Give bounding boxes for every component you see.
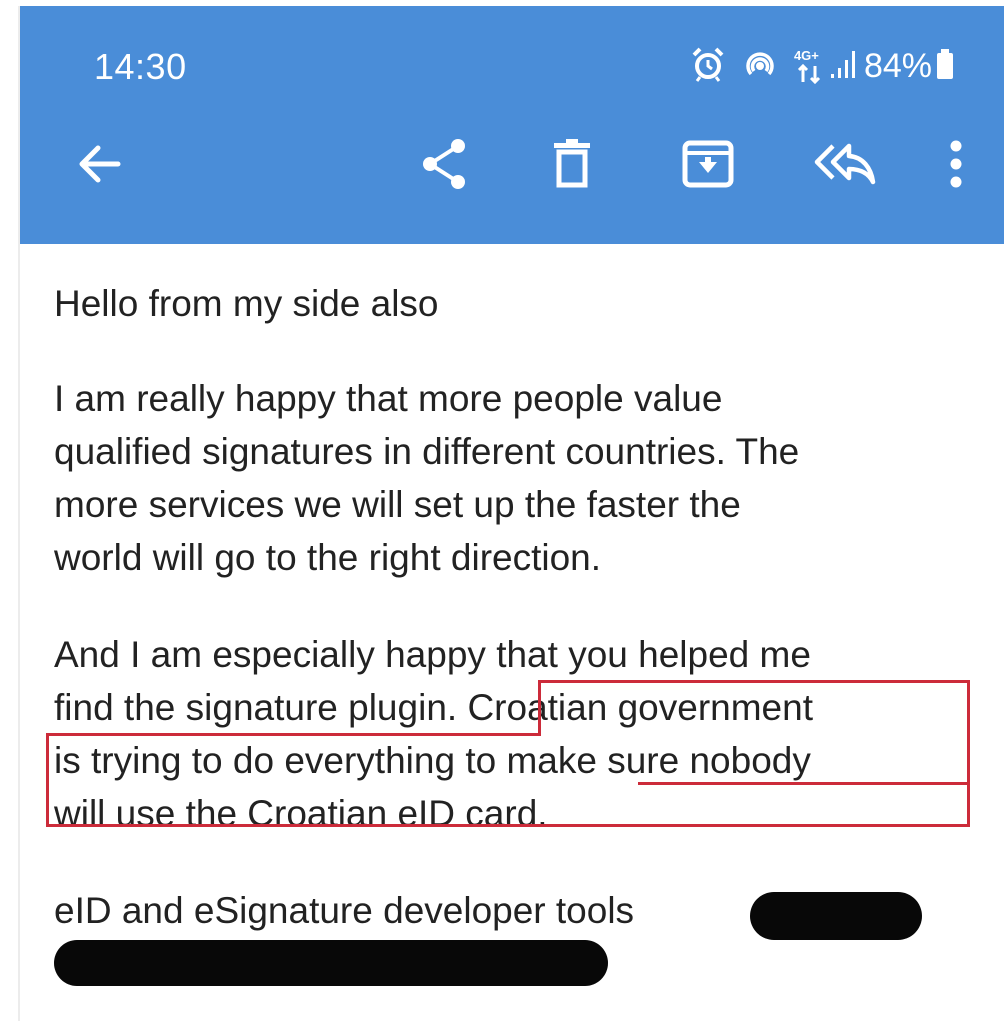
status-bar: 14:30 4G+ 84%	[20, 6, 1004, 88]
highlight-box-right-lower	[638, 782, 970, 827]
highlight-box-top	[538, 680, 970, 736]
share-icon	[416, 136, 472, 197]
archive-icon	[682, 140, 734, 193]
signal-icon	[830, 48, 858, 85]
email-toolbar	[20, 88, 1004, 244]
signature-line: eID and eSignature developer tools	[54, 884, 634, 937]
network-type-label: 4G+	[793, 48, 819, 63]
archive-button[interactable]	[678, 88, 738, 244]
back-arrow-icon	[74, 140, 122, 193]
redacted-contact-block	[54, 940, 608, 986]
signature-text: eID and eSignature developer tools	[54, 890, 635, 931]
more-options-button[interactable]	[936, 88, 976, 244]
greeting-text: Hello from my side also	[54, 283, 439, 324]
battery-percent: 84%	[863, 46, 932, 85]
reply-all-button[interactable]	[810, 88, 880, 244]
battery-icon	[936, 48, 954, 85]
paragraph-1: I am really happy that more people value…	[54, 372, 799, 584]
more-vert-icon	[948, 139, 964, 194]
delete-button[interactable]	[544, 88, 600, 244]
redacted-name-block	[750, 892, 922, 940]
delete-icon	[552, 138, 592, 194]
paragraph-line: I am really happy that more people value	[54, 378, 723, 419]
paragraph-line: qualified signatures in different countr…	[54, 431, 800, 472]
phone-screen: 14:30 4G+ 84% Hello from my side also I …	[20, 6, 1004, 1021]
highlight-box-right-step	[967, 733, 970, 785]
hotspot-icon	[740, 44, 780, 89]
alarm-icon	[688, 44, 728, 89]
share-button[interactable]	[412, 88, 476, 244]
status-time: 14:30	[94, 46, 187, 87]
paragraph-line: world will go to the right direction.	[54, 537, 602, 578]
paragraph-line: And I am especially happy that you helpe…	[54, 634, 811, 675]
reply-all-icon	[813, 142, 877, 191]
highlight-box-step	[46, 733, 541, 736]
paragraph-line: more services we will set up the faster …	[54, 484, 741, 525]
status-icons: 4G+ 84%	[688, 44, 954, 88]
back-button[interactable]	[66, 88, 130, 244]
network-4g-icon: 4G+	[794, 48, 824, 84]
